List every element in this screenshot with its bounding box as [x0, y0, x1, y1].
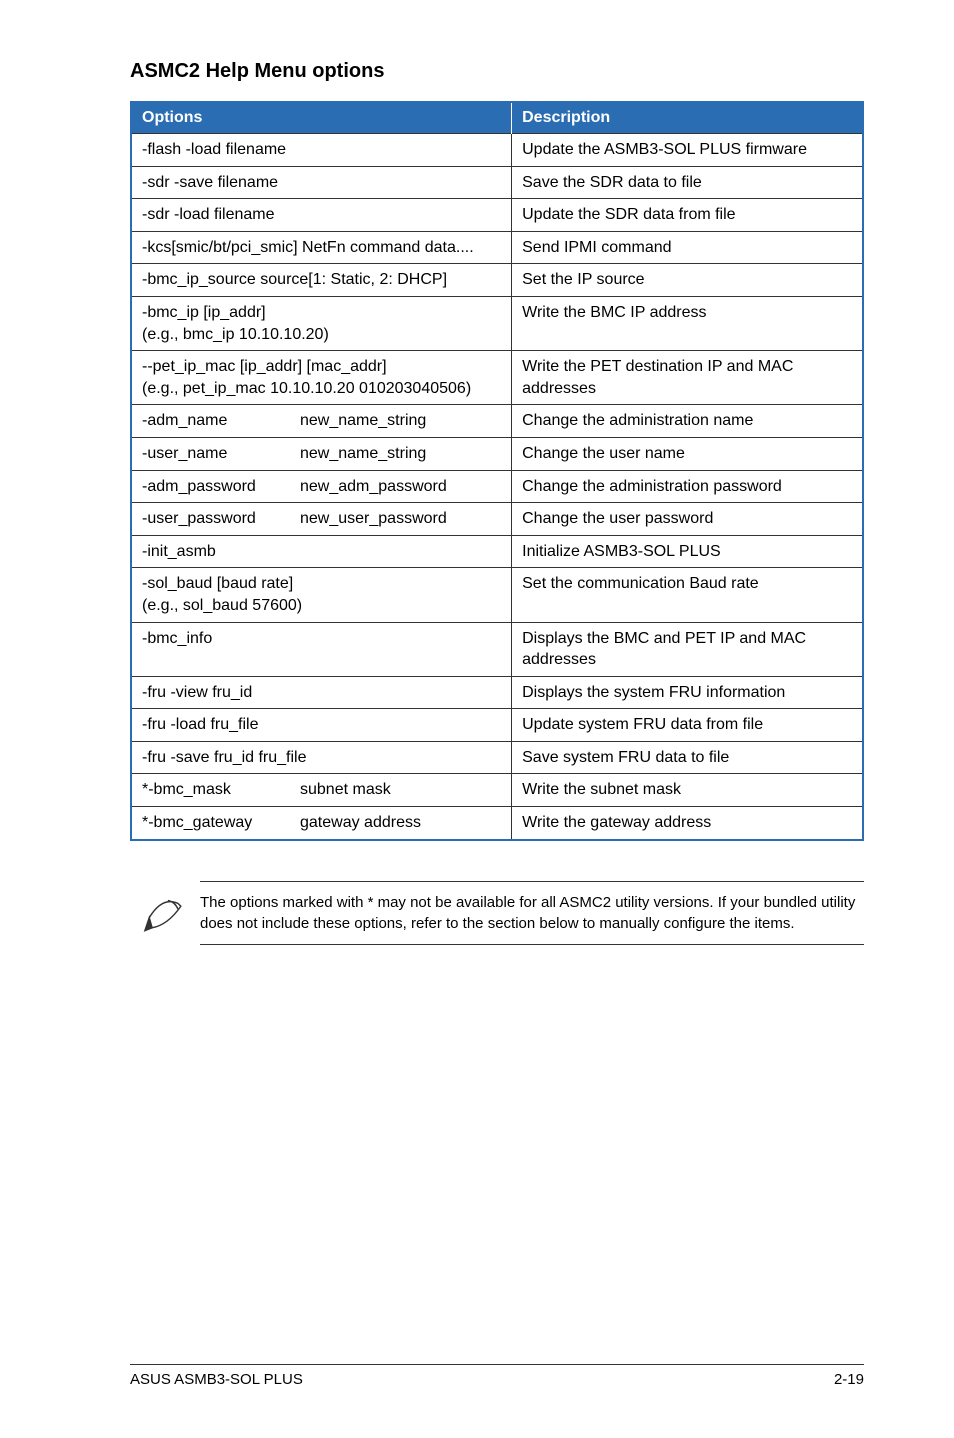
option-arg: subnet mask [300, 779, 501, 801]
option-flag: -user_password [142, 508, 300, 530]
cell-option: -sdr -save filename [131, 166, 512, 199]
table-row: *-bmc_gatewaygateway addressWrite the ga… [131, 807, 863, 840]
option-line: -bmc_ip [ip_addr] [142, 302, 501, 324]
cell-option: -adm_passwordnew_adm_password [131, 470, 512, 503]
table-row: --pet_ip_mac [ip_addr] [mac_addr](e.g., … [131, 351, 863, 405]
footer-left: ASUS ASMB3-SOL PLUS [130, 1371, 303, 1388]
cell-description: Update the SDR data from file [512, 199, 863, 232]
cell-description: Send IPMI command [512, 231, 863, 264]
cell-description: Write the BMC IP address [512, 296, 863, 350]
table-row: -init_asmb Initialize ASMB3-SOL PLUS [131, 535, 863, 568]
table-row: -kcs[smic/bt/pci_smic] NetFn command dat… [131, 231, 863, 264]
option-line: -flash -load filename [142, 139, 501, 161]
cell-description: Write the PET destination IP and MAC add… [512, 351, 863, 405]
cell-option: -sdr -load filename [131, 199, 512, 232]
cell-description: Save system FRU data to file [512, 741, 863, 774]
page-footer: ASUS ASMB3-SOL PLUS 2-19 [130, 1364, 864, 1388]
table-row: -sdr -save filename Save the SDR data to … [131, 166, 863, 199]
option-arg: new_name_string [300, 410, 501, 432]
option-line: (e.g., sol_baud 57600) [142, 595, 501, 617]
cell-option: -bmc_info [131, 622, 512, 676]
table-row: -fru -save fru_id fru_file Save system FR… [131, 741, 863, 774]
cell-description: Displays the BMC and PET IP and MAC addr… [512, 622, 863, 676]
note-block: The options marked with * may not be ava… [130, 881, 864, 945]
cell-option: -bmc_ip_source source[1: Static, 2: DHCP… [131, 264, 512, 297]
cell-option: -fru -view fru_id [131, 676, 512, 709]
cell-option: -bmc_ip [ip_addr](e.g., bmc_ip 10.10.10.… [131, 296, 512, 350]
cell-description: Change the administration password [512, 470, 863, 503]
option-line: -sol_baud [baud rate] [142, 573, 501, 595]
cell-description: Set the IP source [512, 264, 863, 297]
cell-description: Change the user name [512, 437, 863, 470]
cell-option: -user_passwordnew_user_password [131, 503, 512, 536]
table-row: -user_passwordnew_user_passwordChange th… [131, 503, 863, 536]
option-line: -fru -view fru_id [142, 682, 501, 704]
note-text: The options marked with * may not be ava… [200, 881, 864, 945]
option-line: -bmc_ip_source source[1: Static, 2: DHCP… [142, 269, 501, 291]
table-row: -sdr -load filename Update the SDR data f… [131, 199, 863, 232]
table-row: -flash -load filename Update the ASMB3-SO… [131, 134, 863, 167]
option-line: --pet_ip_mac [ip_addr] [mac_addr] [142, 356, 501, 378]
pencil-icon [130, 881, 200, 935]
option-line: -kcs[smic/bt/pci_smic] NetFn command dat… [142, 237, 501, 259]
cell-description: Update system FRU data from file [512, 709, 863, 742]
cell-option: -fru -save fru_id fru_file [131, 741, 512, 774]
option-flag: -user_name [142, 443, 300, 465]
cell-description: Initialize ASMB3-SOL PLUS [512, 535, 863, 568]
cell-option: -kcs[smic/bt/pci_smic] NetFn command dat… [131, 231, 512, 264]
cell-description: Write the gateway address [512, 807, 863, 840]
option-line: -bmc_info [142, 628, 501, 650]
cell-option: --pet_ip_mac [ip_addr] [mac_addr](e.g., … [131, 351, 512, 405]
section-heading: ASMC2 Help Menu options [130, 60, 864, 83]
cell-option: -sol_baud [baud rate](e.g., sol_baud 576… [131, 568, 512, 622]
option-arg: new_user_password [300, 508, 501, 530]
option-line: -sdr -load filename [142, 204, 501, 226]
cell-option: -adm_namenew_name_string [131, 405, 512, 438]
cell-description: Displays the system FRU information [512, 676, 863, 709]
option-line: -fru -save fru_id fru_file [142, 747, 501, 769]
cell-option: -fru -load fru_file [131, 709, 512, 742]
table-row: -sol_baud [baud rate](e.g., sol_baud 576… [131, 568, 863, 622]
table-row: -bmc_ip [ip_addr](e.g., bmc_ip 10.10.10.… [131, 296, 863, 350]
table-row: -bmc_ip_source source[1: Static, 2: DHCP… [131, 264, 863, 297]
option-flag: -adm_password [142, 476, 300, 498]
table-row: -fru -view fru_id Displays the system FRU… [131, 676, 863, 709]
cell-description: Update the ASMB3-SOL PLUS firmware [512, 134, 863, 167]
table-row: -adm_namenew_name_stringChange the admin… [131, 405, 863, 438]
th-options: Options [131, 102, 512, 134]
cell-option: -init_asmb [131, 535, 512, 568]
option-arg: new_adm_password [300, 476, 501, 498]
cell-description: Save the SDR data to file [512, 166, 863, 199]
option-flag: -adm_name [142, 410, 300, 432]
option-line: -init_asmb [142, 541, 501, 563]
option-flag: *-bmc_gateway [142, 812, 300, 834]
table-row: -adm_passwordnew_adm_passwordChange the … [131, 470, 863, 503]
cell-description: Change the user password [512, 503, 863, 536]
cell-option: -user_namenew_name_string [131, 437, 512, 470]
table-row: *-bmc_masksubnet maskWrite the subnet ma… [131, 774, 863, 807]
option-arg: gateway address [300, 812, 501, 834]
option-arg: new_name_string [300, 443, 501, 465]
cell-description: Write the subnet mask [512, 774, 863, 807]
option-flag: *-bmc_mask [142, 779, 300, 801]
cell-description: Set the communication Baud rate [512, 568, 863, 622]
option-line: (e.g., bmc_ip 10.10.10.20) [142, 324, 501, 346]
footer-right: 2-19 [834, 1371, 864, 1388]
cell-description: Change the administration name [512, 405, 863, 438]
table-row: -bmc_info Displays the BMC and PET IP and… [131, 622, 863, 676]
options-table: Options Description -flash -load filenam… [130, 101, 864, 841]
table-row: -fru -load fru_file Update system FRU dat… [131, 709, 863, 742]
cell-option: -flash -load filename [131, 134, 512, 167]
cell-option: *-bmc_gatewaygateway address [131, 807, 512, 840]
cell-option: *-bmc_masksubnet mask [131, 774, 512, 807]
th-description: Description [512, 102, 863, 134]
option-line: -sdr -save filename [142, 172, 501, 194]
option-line: (e.g., pet_ip_mac 10.10.10.20 0102030405… [142, 378, 501, 400]
table-row: -user_namenew_name_stringChange the user… [131, 437, 863, 470]
option-line: -fru -load fru_file [142, 714, 501, 736]
